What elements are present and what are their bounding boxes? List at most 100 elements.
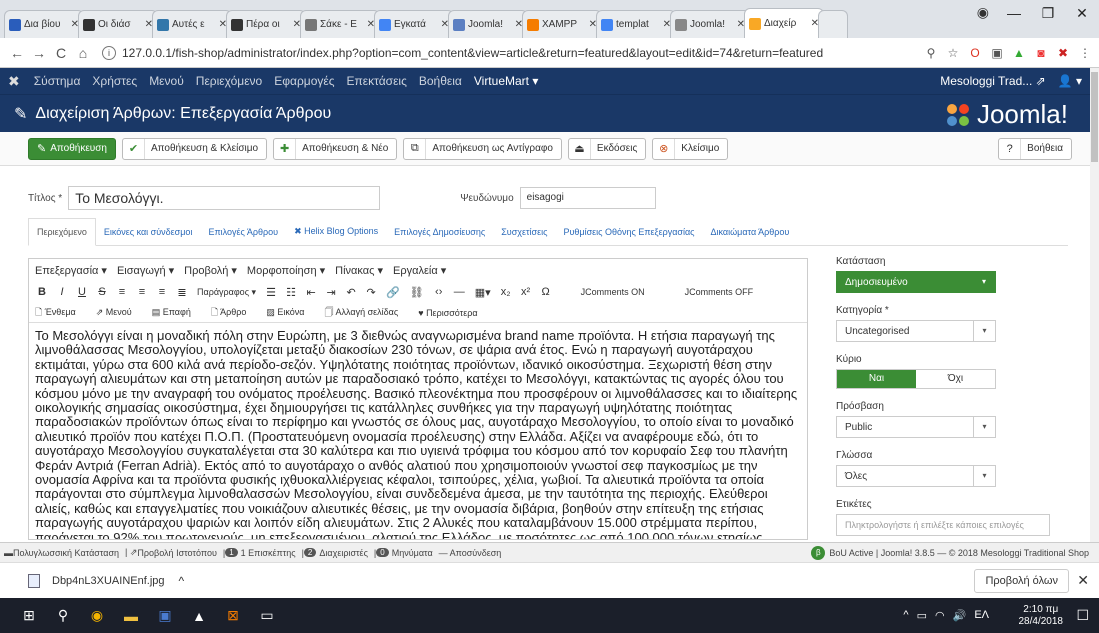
wifi-icon[interactable]: ◠ <box>935 609 945 622</box>
browser-tab[interactable]: Joomla! ✕ <box>670 10 750 38</box>
home-icon[interactable]: ⌂ <box>72 45 94 61</box>
admins-status[interactable]: | 2 Διαχειριστές <box>302 548 368 558</box>
language-indicator[interactable]: ΕΛ <box>974 609 989 622</box>
help-button[interactable]: ? Βοήθεια <box>998 137 1072 160</box>
zoom-icon[interactable]: ⚲ <box>923 45 939 61</box>
minimize-icon[interactable]: — <box>997 0 1031 26</box>
tab-permissions[interactable]: Δικαιώματα Άρθρου <box>703 219 798 245</box>
unlink-icon[interactable]: ⛓ <box>410 286 424 299</box>
hr-icon[interactable]: — <box>454 286 465 298</box>
align-center-icon[interactable]: ≡ <box>137 286 147 298</box>
browser-tab[interactable]: XAMPP ✕ <box>522 10 602 38</box>
file-explorer-icon[interactable]: ▬ <box>114 598 148 633</box>
access-select[interactable]: Public ▾ <box>836 416 996 438</box>
close-window-icon[interactable]: ✕ <box>1065 0 1099 26</box>
status-select[interactable]: Δημοσιευμένο ▾ <box>836 271 996 293</box>
browser-tab[interactable]: templat ✕ <box>596 10 676 38</box>
browser-tab[interactable]: Οι διάσ ✕ <box>78 10 158 38</box>
logout-link[interactable]: — Αποσύνδεση <box>439 548 502 558</box>
visitors-status[interactable]: | 11 Επισκέπτης <box>223 548 296 558</box>
category-select[interactable]: Uncategorised ▾ <box>836 320 996 342</box>
browser-tab[interactable]: Εγκατά ✕ <box>374 10 454 38</box>
url-field[interactable]: i 127.0.0.1/fish-shop/administrator/inde… <box>102 42 915 64</box>
notification-icon[interactable]: ☐ <box>1076 607 1089 624</box>
indent-icon[interactable]: ⇥ <box>326 286 336 299</box>
chevron-up-icon[interactable]: ^ <box>903 609 908 622</box>
title-field[interactable]: Το Μεσολόγγι. <box>68 186 381 210</box>
tab-associations[interactable]: Συσχετίσεις <box>493 219 555 245</box>
opera-extension-icon[interactable]: O <box>967 45 983 61</box>
xampp-icon[interactable]: ⊠ <box>216 598 250 633</box>
insert-module-button[interactable]: 🗋 Ένθεμα <box>35 305 86 321</box>
featured-toggle[interactable]: Ναι Όχι <box>836 369 996 389</box>
page-scrollbar[interactable] <box>1090 68 1099 542</box>
close-shelf-icon[interactable]: ✕ <box>1077 572 1089 589</box>
save-close-button[interactable]: ✔ Αποθήκευση & Κλείσιμο <box>122 137 268 160</box>
menu-users[interactable]: Χρήστες <box>92 74 137 88</box>
versions-button[interactable]: ⏏ Εκδόσεις <box>567 137 647 160</box>
view-site-link[interactable]: | ⇗ Προβολή Ιστοτόπου <box>125 547 217 558</box>
user-icon[interactable]: 👤 ▾ <box>1058 74 1082 88</box>
browser-tab[interactable]: Joomla! ✕ <box>448 10 528 38</box>
tab-edit-screen[interactable]: Ρυθμίσεις Οθόνης Επεξεργασίας <box>555 219 702 245</box>
underline-icon[interactable]: U <box>77 286 87 298</box>
multilang-status[interactable]: ▬ Πολυγλωσσική Κατάσταση <box>4 548 119 558</box>
tab-content[interactable]: Περιεχόμενο <box>28 218 96 246</box>
menu-system[interactable]: Σύστημα <box>34 74 81 88</box>
featured-no[interactable]: Όχι <box>916 370 995 388</box>
redo-icon[interactable]: ↷ <box>366 286 376 299</box>
insert-article-button[interactable]: 🗋 Άρθρο <box>211 305 257 321</box>
extension-icon[interactable]: ▣ <box>989 45 1005 61</box>
superscript-icon[interactable]: x² <box>521 286 531 298</box>
scrollbar-thumb[interactable] <box>1091 72 1098 162</box>
editor-menu-insert[interactable]: Εισαγωγή ▾ <box>117 264 174 277</box>
download-filename[interactable]: Dbp4nL3XUAINEnf.jpg <box>52 575 165 587</box>
menu-icon[interactable]: ⋮ <box>1077 45 1093 61</box>
insert-contact-button[interactable]: ▤ Επαφή <box>152 307 201 318</box>
show-all-button[interactable]: Προβολή όλων <box>974 568 1069 593</box>
align-left-icon[interactable]: ≡ <box>117 286 127 298</box>
numbered-list-icon[interactable]: ☷ <box>286 286 296 299</box>
browser-tab[interactable]: Πέρα οι ✕ <box>226 10 306 38</box>
menu-help[interactable]: Βοήθεια <box>419 74 462 88</box>
paragraph-select[interactable]: Παράγραφος ▾ <box>197 287 256 298</box>
site-link[interactable]: Mesologgi Trad... ⇗ <box>940 74 1045 88</box>
undo-icon[interactable]: ↶ <box>346 286 356 299</box>
joomla-extension-icon[interactable]: ✖ <box>1055 45 1071 61</box>
bullet-list-icon[interactable]: ☰ <box>266 286 276 299</box>
featured-yes[interactable]: Ναι <box>837 370 916 388</box>
forward-icon[interactable]: → <box>28 45 50 61</box>
menu-menus[interactable]: Μενού <box>149 74 184 88</box>
alias-field[interactable]: eisagogi <box>519 187 656 209</box>
tab-publishing[interactable]: Επιλογές Δημοσίευσης <box>386 219 493 245</box>
pocket-icon[interactable]: ◙ <box>1033 45 1049 61</box>
subscript-icon[interactable]: x₂ <box>501 286 511 298</box>
align-justify-icon[interactable]: ≣ <box>177 286 187 299</box>
maximize-icon[interactable]: ❐ <box>1031 0 1065 26</box>
joomla-menu-icon[interactable]: ✖ <box>8 73 20 90</box>
tab-article-options[interactable]: Επιλογές Άρθρου <box>200 219 286 245</box>
windows-start-icon[interactable]: ⊞ <box>12 598 46 633</box>
italic-icon[interactable]: I <box>57 286 67 298</box>
reload-icon[interactable]: C <box>50 45 72 61</box>
profile-icon[interactable]: ◉ <box>977 4 989 21</box>
tags-input[interactable]: Πληκτρολογήστε ή επιλέξτε κάποιες επιλογ… <box>836 514 1050 536</box>
back-icon[interactable]: ← <box>6 45 28 61</box>
browser-tab[interactable]: Δια βίου ✕ <box>4 10 84 38</box>
editor-menu-view[interactable]: Προβολή ▾ <box>184 264 237 277</box>
editor-content[interactable]: Το Μεσολόγγι είναι η μοναδική πόλη στην … <box>29 323 807 539</box>
volume-icon[interactable]: 🔊 <box>953 609 967 622</box>
menu-extensions[interactable]: Επεκτάσεις <box>347 74 407 88</box>
jcomments-on-button[interactable]: JComments ON <box>581 287 645 297</box>
chevron-up-icon[interactable]: ^ <box>179 574 185 588</box>
chrome-icon[interactable]: ◉ <box>80 598 114 633</box>
browser-tab[interactable]: Αυτές ε ✕ <box>152 10 232 38</box>
bookmark-star-icon[interactable]: ☆ <box>945 45 961 61</box>
outdent-icon[interactable]: ⇤ <box>306 286 316 299</box>
code-icon[interactable]: ‹› <box>434 286 444 298</box>
terminal-icon[interactable]: ▭ <box>250 598 284 633</box>
menu-components[interactable]: Εφαρμογές <box>274 74 334 88</box>
jcomments-off-button[interactable]: JComments OFF <box>685 287 754 297</box>
browser-tab[interactable]: Διαχείρ ✕ <box>744 8 824 38</box>
browser-tab[interactable]: Σάκε - Ε ✕ <box>300 10 380 38</box>
